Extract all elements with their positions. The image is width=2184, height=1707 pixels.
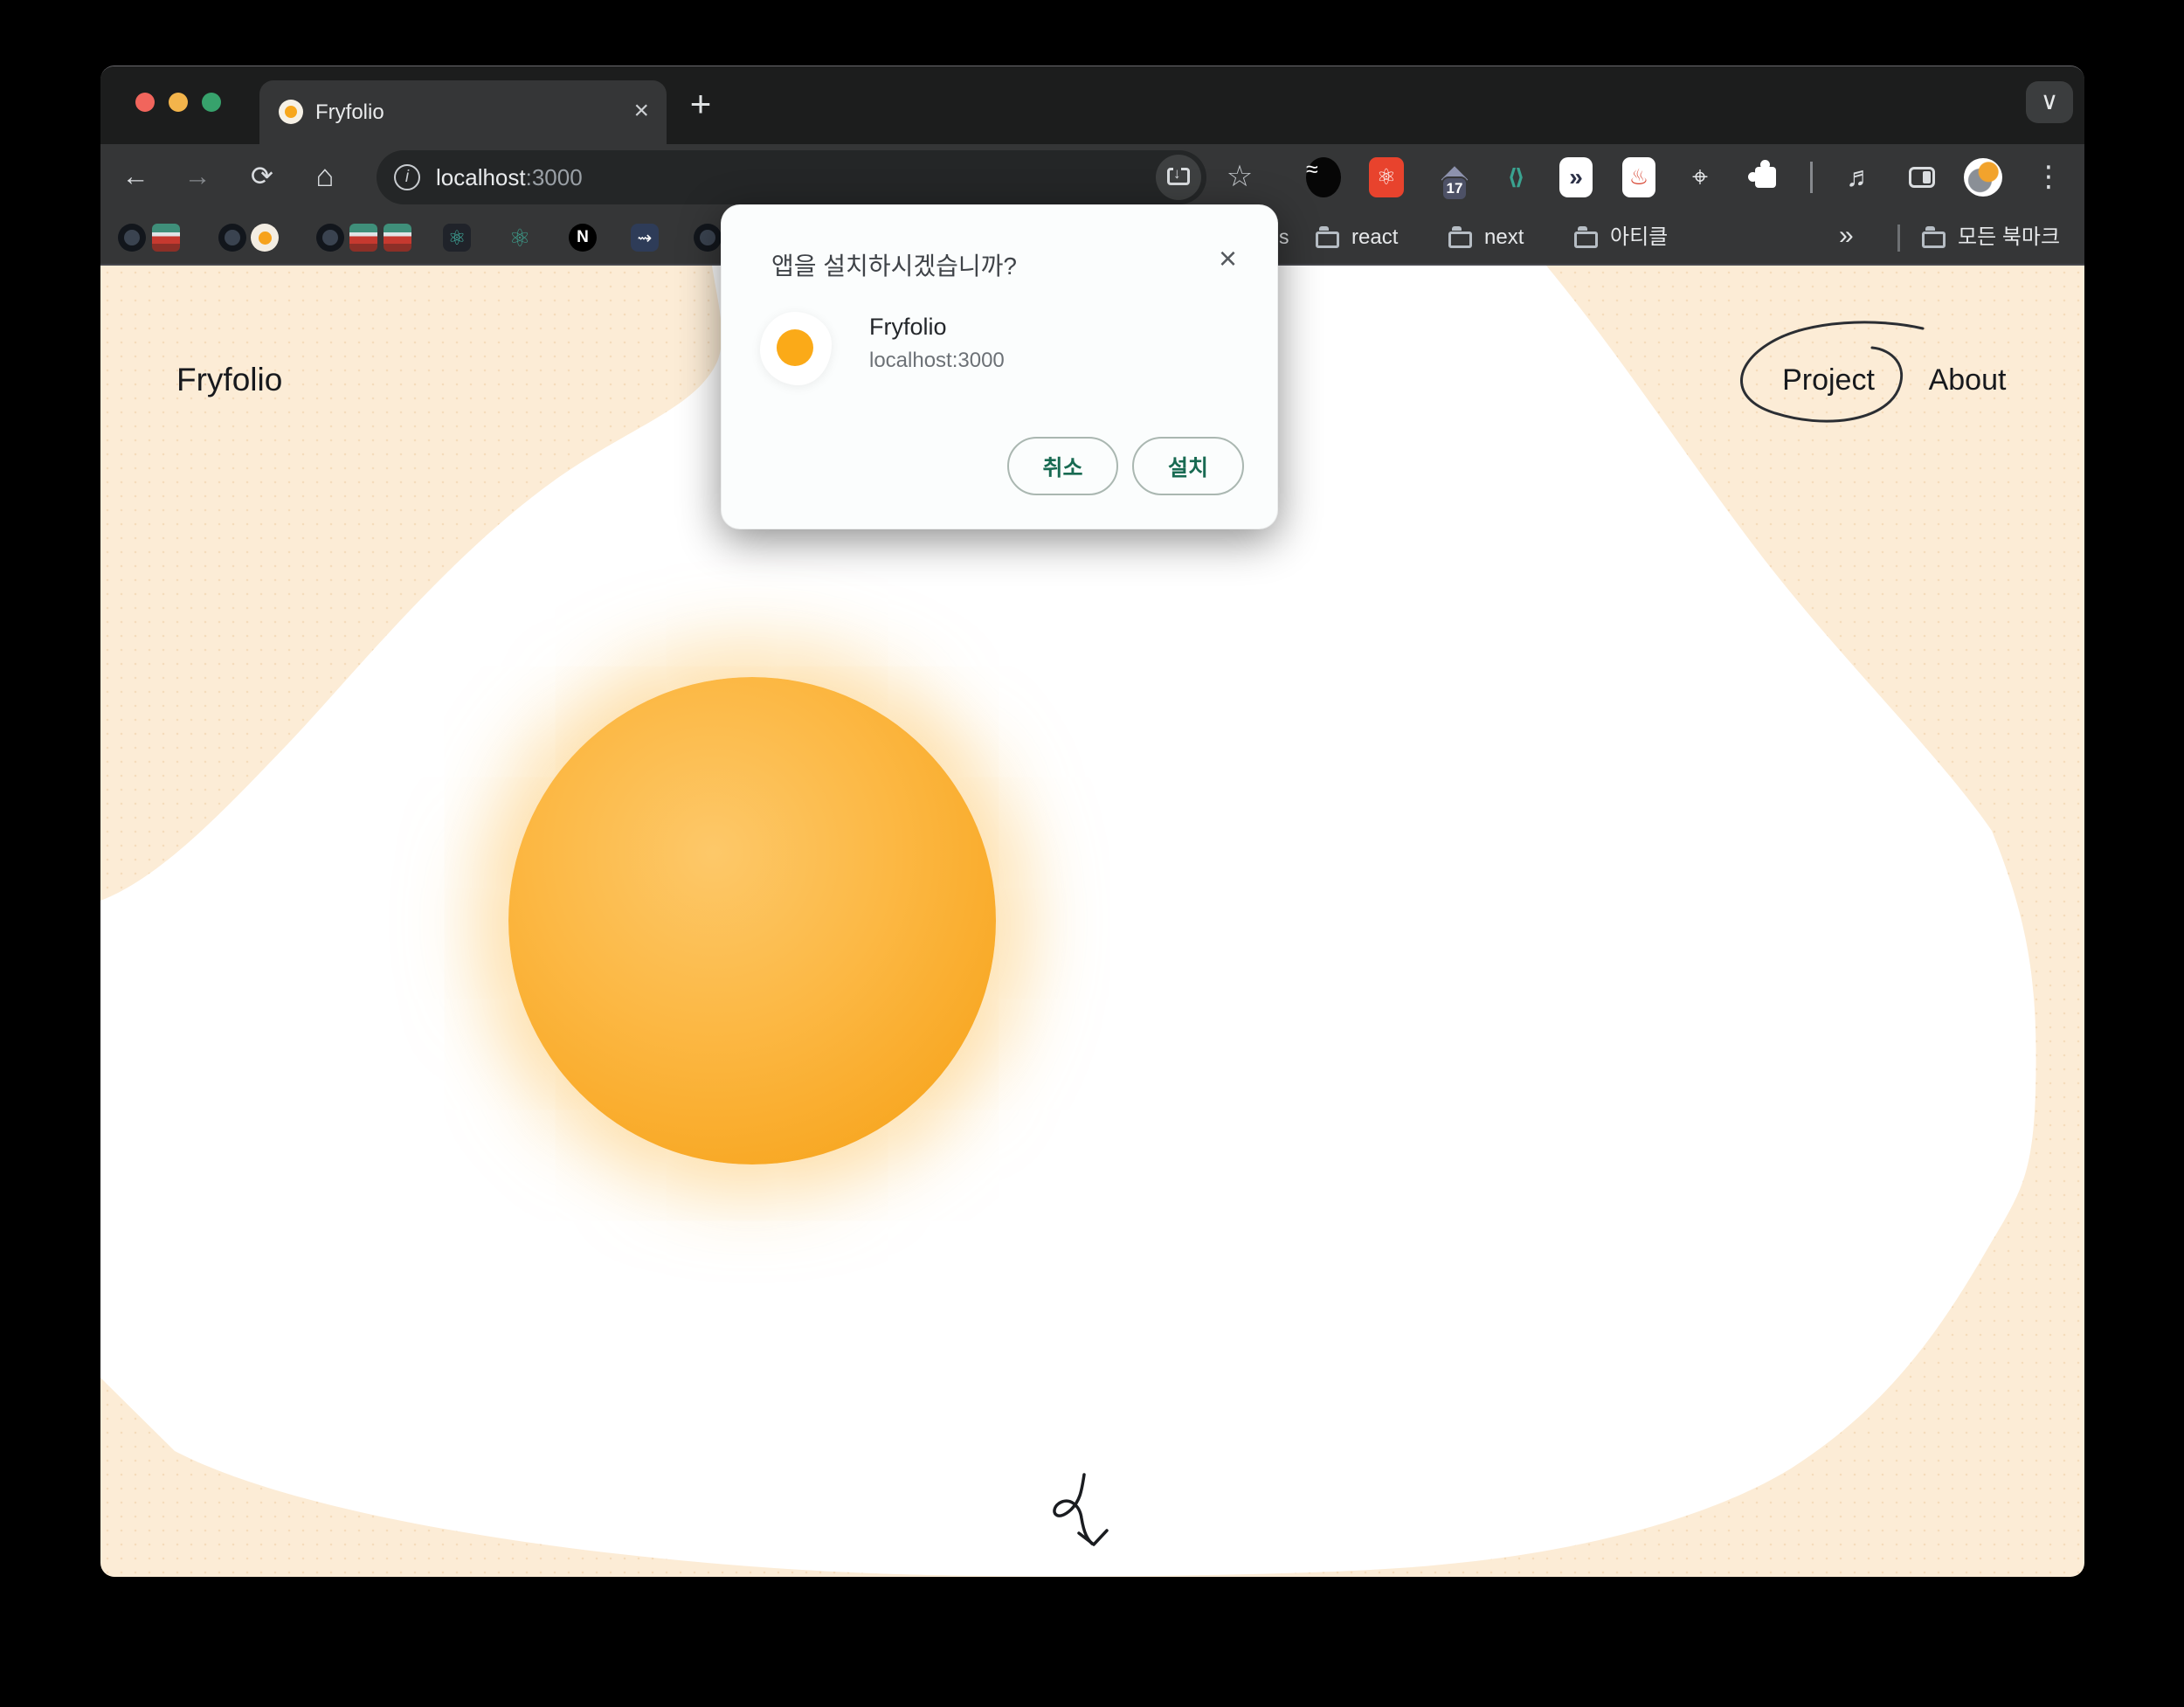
app-name: Fryfolio xyxy=(869,314,947,341)
github-bookmark-icon[interactable] xyxy=(118,224,146,252)
capture-extension-icon[interactable]: ⌖ xyxy=(1680,157,1720,197)
github-bookmark-icon[interactable] xyxy=(218,224,246,252)
tab-title: Fryfolio xyxy=(315,80,384,144)
tab-search-chevron-button[interactable]: ∨ xyxy=(2026,81,2073,123)
url-text[interactable]: localhost:3000 xyxy=(436,150,583,204)
bookmark-folder-next[interactable]: next xyxy=(1484,211,1524,266)
bookmark-star-icon[interactable]: ☆ xyxy=(1220,144,1260,211)
all-bookmarks-folder[interactable]: 모든 북마크 xyxy=(1958,211,2060,266)
new-tab-button[interactable]: + xyxy=(679,66,722,144)
github-bookmark-icon[interactable] xyxy=(316,224,344,252)
address-bar[interactable]: i localhost:3000 xyxy=(377,150,1206,204)
folder-icon xyxy=(1922,232,1946,248)
github-bookmark-icon[interactable] xyxy=(694,224,722,252)
extension-badge: 17 xyxy=(1441,176,1468,201)
react-dark-bookmark-icon[interactable]: ⚛ xyxy=(443,224,471,252)
site-info-icon[interactable]: i xyxy=(394,164,420,190)
arrow-doodle xyxy=(1054,1475,1092,1544)
back-button[interactable]: ← xyxy=(115,144,156,211)
books-bookmark-icon[interactable] xyxy=(384,224,411,252)
atom-extension-icon[interactable]: ⚛ xyxy=(1366,157,1406,197)
forward-button[interactable]: → xyxy=(177,144,218,211)
home-button[interactable]: ⌂ xyxy=(305,144,345,211)
figure-glyph: ♨ xyxy=(1622,157,1655,197)
books-bookmark-icon[interactable] xyxy=(152,224,180,252)
folder-icon xyxy=(1574,232,1598,248)
atom-glyph: ⚛ xyxy=(1369,157,1404,197)
egg-favicon-icon xyxy=(279,100,303,124)
side-panel-icon[interactable] xyxy=(1909,167,1935,188)
close-window-button[interactable] xyxy=(135,93,155,112)
folder-icon xyxy=(1448,232,1472,248)
folder-icon xyxy=(1316,232,1339,248)
tab-close-icon[interactable]: × xyxy=(633,80,649,144)
bookmark-folder-react[interactable]: react xyxy=(1351,211,1398,266)
arrow-glyph: » xyxy=(1559,157,1593,197)
nextjs-bookmark-icon[interactable]: N xyxy=(569,224,597,252)
browser-toolbar: ← → ⟳ ⌂ i localhost:3000 ☆ ≈ ⚛ ◆17 ⟨⟩ » … xyxy=(100,144,2084,211)
profile-avatar[interactable] xyxy=(1964,158,2002,197)
app-origin: localhost:3000 xyxy=(869,349,1005,373)
zoom-window-button[interactable] xyxy=(202,93,221,112)
extensions-puzzle-icon[interactable] xyxy=(1745,157,1786,197)
bird-bookmark-icon[interactable]: ⇝ xyxy=(631,224,659,252)
install-app-button[interactable] xyxy=(1156,155,1201,200)
arrow-extension-icon[interactable]: » xyxy=(1556,157,1596,197)
browser-menu-icon[interactable]: ⋮ xyxy=(2028,144,2069,211)
project-circle-doodle xyxy=(1742,322,1924,421)
dialog-title: 앱을 설치하시겠습니까? xyxy=(771,247,1017,282)
books-bookmark-icon[interactable] xyxy=(349,224,377,252)
reload-button[interactable]: ⟳ xyxy=(242,144,282,211)
wave-glyph: ≈ xyxy=(1306,157,1341,197)
minimize-window-button[interactable] xyxy=(169,93,188,112)
tab-fryfolio[interactable]: Fryfolio × xyxy=(259,80,667,144)
figure-extension-icon[interactable]: ♨ xyxy=(1619,157,1659,197)
playlist-icon[interactable]: ♬ xyxy=(1840,144,1880,211)
diamond-extension-icon[interactable]: ◆17 xyxy=(1434,157,1475,197)
toolbar-separator xyxy=(1810,162,1813,193)
tab-strip: Fryfolio × + ∨ xyxy=(100,66,2084,144)
wave-extension-icon[interactable]: ≈ xyxy=(1303,157,1344,197)
cancel-button[interactable]: 취소 xyxy=(1007,437,1118,495)
bookmarks-separator xyxy=(1897,225,1900,252)
url-port: :3000 xyxy=(526,164,583,190)
install-button[interactable]: 설치 xyxy=(1132,437,1244,495)
dialog-close-icon[interactable]: × xyxy=(1219,240,1237,277)
install-app-dialog: 앱을 설치하시겠습니까? × Fryfolio localhost:3000 취… xyxy=(721,204,1278,529)
bookmark-folder-articles[interactable]: 아티클 xyxy=(1610,211,1668,266)
screen-background: Fryfolio × + ∨ ← → ⟳ ⌂ i localhost:3000 … xyxy=(0,0,2184,1707)
fried-egg-bookmark-icon[interactable] xyxy=(251,224,279,252)
install-monitor-icon xyxy=(1167,168,1190,185)
url-host: localhost xyxy=(436,164,526,190)
code-brackets-extension-icon[interactable]: ⟨⟩ xyxy=(1495,157,1535,197)
bookmarks-overflow-chevron[interactable]: » xyxy=(1839,211,1850,266)
arrow-doodle-head xyxy=(1079,1531,1107,1545)
app-egg-icon xyxy=(760,312,832,385)
puzzle-shape xyxy=(1755,167,1776,188)
react-bookmark-icon[interactable]: ⚛ xyxy=(506,224,534,252)
partial-bookmark-label[interactable]: s xyxy=(1279,211,1289,266)
